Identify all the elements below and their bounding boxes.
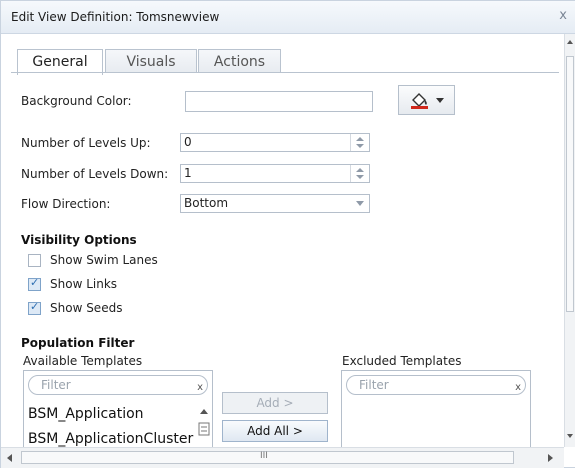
levels-up-stepper[interactable]: 0 xyxy=(180,133,370,152)
flow-direction-select[interactable]: Bottom xyxy=(180,194,370,213)
dialog-title: Edit View Definition: Tomsnewview xyxy=(11,10,220,24)
population-filter-heading: Population Filter xyxy=(21,336,135,350)
horizontal-scroll-thumb[interactable]: III xyxy=(21,451,514,464)
tab-actions[interactable]: Actions xyxy=(198,49,281,73)
dialog-content: General Visuals Actions Background Color… xyxy=(1,34,563,447)
add-all-button[interactable]: Add All > xyxy=(222,420,328,442)
spin-up-icon[interactable] xyxy=(356,137,364,141)
levels-up-label: Number of Levels Up: xyxy=(21,136,151,150)
edit-view-dialog: Edit View Definition: Tomsnewview x Gene… xyxy=(0,0,575,468)
list-scroll-icon[interactable] xyxy=(197,407,211,437)
list-item[interactable]: BSM_ApplicationCluster xyxy=(28,431,193,447)
scroll-up-icon[interactable] xyxy=(567,40,573,44)
background-color-field[interactable] xyxy=(185,91,373,112)
scroll-grip: III xyxy=(260,451,268,461)
flow-direction-value: Bottom xyxy=(184,196,229,210)
scroll-down-icon[interactable] xyxy=(567,434,573,438)
levels-down-value: 1 xyxy=(184,166,192,180)
title-bar[interactable]: Edit View Definition: Tomsnewview x xyxy=(1,1,575,34)
excluded-filter-placeholder: Filter xyxy=(359,378,389,392)
show-swim-lanes-label: Show Swim Lanes xyxy=(50,253,158,267)
show-links-label: Show Links xyxy=(50,277,118,291)
show-seeds-checkbox[interactable] xyxy=(28,300,41,315)
spin-down-icon[interactable] xyxy=(356,144,364,148)
spin-down-icon[interactable] xyxy=(356,175,364,179)
visibility-options-heading: Visibility Options xyxy=(21,233,137,247)
flow-direction-label: Flow Direction: xyxy=(21,197,111,211)
levels-up-spinner[interactable] xyxy=(350,134,369,151)
paint-bucket-icon xyxy=(411,93,428,109)
scroll-left-icon[interactable] xyxy=(7,454,12,462)
scroll-right-icon[interactable] xyxy=(548,454,553,462)
chevron-down-icon xyxy=(436,98,444,103)
color-picker-button[interactable] xyxy=(398,85,455,115)
excluded-templates-list[interactable]: Filter x xyxy=(341,370,531,447)
spin-up-icon[interactable] xyxy=(356,168,364,172)
levels-down-label: Number of Levels Down: xyxy=(21,167,169,181)
tab-visuals[interactable]: Visuals xyxy=(105,49,197,73)
tab-divider xyxy=(11,72,559,73)
levels-down-spinner[interactable] xyxy=(350,165,369,182)
levels-down-stepper[interactable]: 1 xyxy=(180,164,370,183)
excluded-templates-label: Excluded Templates xyxy=(342,354,462,368)
clear-filter-icon[interactable]: x xyxy=(197,379,203,397)
chevron-down-icon[interactable] xyxy=(356,201,364,206)
list-item[interactable]: BSM_Application xyxy=(28,406,144,422)
levels-up-value: 0 xyxy=(184,135,192,149)
close-icon[interactable]: x xyxy=(559,8,567,23)
clear-filter-icon[interactable]: x xyxy=(515,379,521,397)
background-color-label: Background Color: xyxy=(21,94,132,108)
available-filter-input[interactable]: Filter x xyxy=(28,375,208,395)
available-templates-label: Available Templates xyxy=(23,354,143,368)
available-filter-placeholder: Filter xyxy=(41,378,71,392)
vertical-scrollbar[interactable] xyxy=(564,34,575,447)
show-links-checkbox[interactable] xyxy=(28,276,41,291)
add-button[interactable]: Add > xyxy=(222,392,328,414)
horizontal-scrollbar[interactable]: III xyxy=(1,447,564,468)
available-templates-list[interactable]: Filter x BSM_Application BSM_Application… xyxy=(23,370,213,447)
show-swim-lanes-checkbox[interactable] xyxy=(28,254,41,267)
show-seeds-label: Show Seeds xyxy=(50,301,123,315)
excluded-filter-input[interactable]: Filter x xyxy=(346,375,526,395)
vertical-scroll-thumb[interactable] xyxy=(566,56,574,312)
